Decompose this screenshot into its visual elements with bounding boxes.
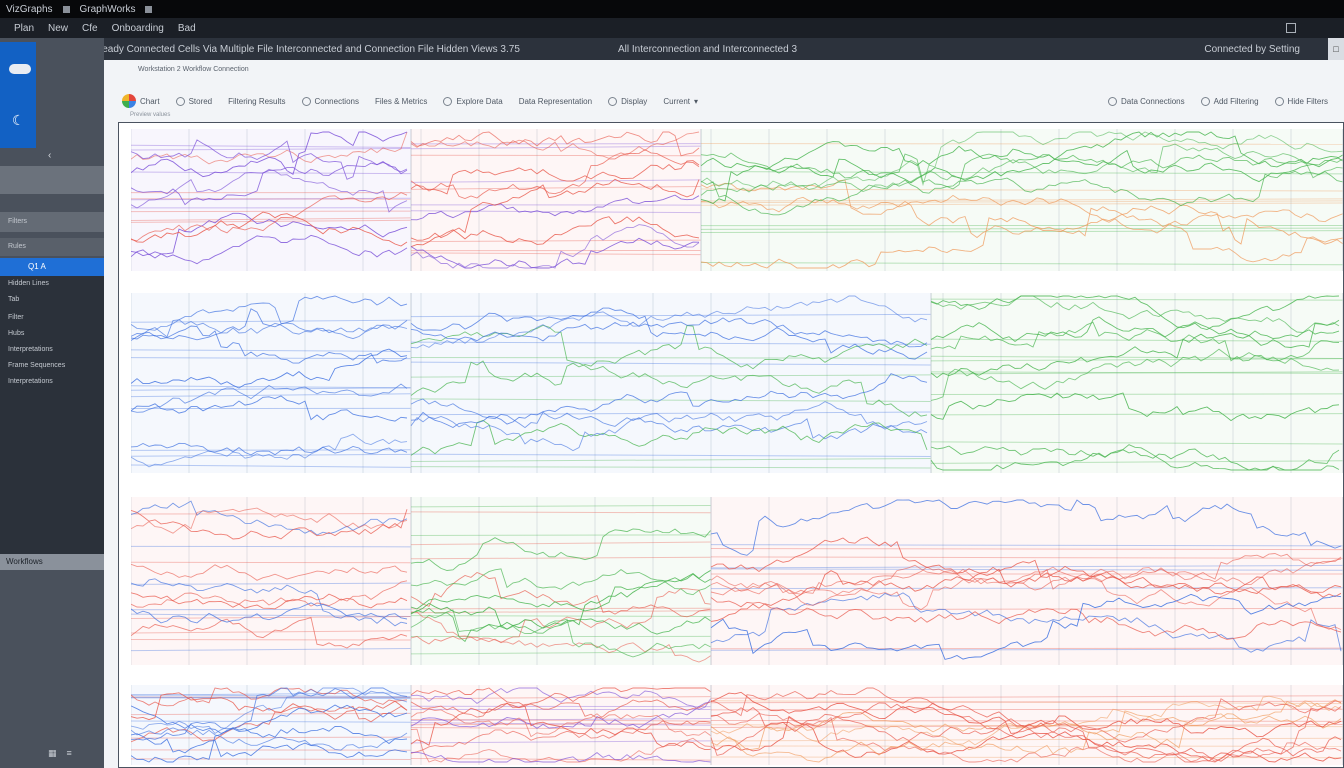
sidebar: ☾ ‹ Filters Rules Q1 A Hidden Lines Tab …	[0, 38, 104, 768]
series-band	[131, 545, 412, 548]
plus-icon	[1200, 96, 1210, 106]
menu-bar: Plan New Cfe Onboarding Bad	[0, 18, 1344, 38]
menu-item-bad[interactable]: Bad	[178, 23, 196, 34]
app-title-2: GraphWorks	[79, 3, 136, 15]
panel-band	[711, 497, 1343, 665]
series-band	[410, 154, 702, 157]
menu-item-plan[interactable]: Plan	[14, 23, 34, 34]
sidebar-item-frame-sequences[interactable]: Frame Sequences	[8, 362, 65, 369]
breadcrumb[interactable]: Workstation 2 Workflow Connection	[138, 66, 249, 73]
toolbar-data-connections[interactable]: Data Connections	[1108, 96, 1185, 106]
status-center: All Interconnection and Interconnected 3	[618, 44, 798, 55]
menu-item-new[interactable]: New	[48, 23, 68, 34]
circle-icon	[608, 96, 618, 106]
series-band	[131, 449, 412, 451]
menu-item-onboarding[interactable]: Onboarding	[112, 23, 164, 34]
sidebar-item-label: Rules	[8, 243, 26, 250]
main-area: Workstation 2 Workflow Connection Chart …	[104, 60, 1344, 768]
circle-icon	[443, 96, 453, 106]
sidebar-item-rules[interactable]: Rules	[0, 238, 104, 256]
chart-canvas[interactable]	[118, 122, 1344, 768]
chevron-down-icon: ▾	[694, 96, 699, 106]
chart-toolbar: Chart Stored Filtering Results Connectio…	[122, 88, 1344, 114]
toolbar-hide-filters[interactable]: Hide Filters	[1274, 96, 1328, 106]
toolbar-label: Stored	[188, 96, 213, 106]
sublabel: Preview values	[130, 112, 171, 118]
status-line: Already Connected Cells Via Multiple Fil…	[0, 38, 1344, 60]
pin-icon[interactable]	[145, 5, 153, 13]
moon-icon: ☾	[12, 112, 25, 128]
chart-panel	[131, 497, 1343, 665]
series-band	[410, 607, 712, 610]
series-band	[131, 210, 412, 213]
sidebar-item-filter[interactable]: Filter	[8, 314, 24, 321]
toolbar-explore-data[interactable]: Explore Data	[443, 96, 503, 106]
toolbar-label: Hide Filters	[1287, 96, 1328, 106]
sidebar-item-tab[interactable]: Tab	[8, 296, 19, 303]
sidebar-item-hubs[interactable]: Hubs	[8, 330, 24, 337]
chart-panel-svg	[131, 497, 1343, 665]
toggle-icon	[1108, 96, 1118, 106]
chart-panel-svg	[131, 293, 1343, 473]
sidebar-bottom-icons: ▦ ≡	[48, 748, 72, 759]
toolbar-data-representation[interactable]: Data Representation	[519, 97, 592, 106]
chart-panel-svg	[131, 129, 1343, 271]
sidebar-item-interpretations-2[interactable]: Interpretations	[8, 378, 53, 385]
chart-panel-svg	[131, 685, 1343, 765]
app-title: VizGraphs	[6, 3, 53, 15]
toolbar-connections[interactable]: Connections	[301, 96, 359, 106]
brand-button[interactable]: Chart	[122, 94, 160, 108]
series-band	[710, 647, 1343, 650]
panel-band	[411, 293, 931, 473]
toolbar-current[interactable]: Current ▾	[663, 97, 698, 106]
filter-icon	[1274, 96, 1284, 106]
chat-bubble-icon	[9, 64, 31, 74]
close-icon[interactable]	[1286, 23, 1296, 33]
series-band	[930, 393, 1343, 396]
toolbar-add-filtering[interactable]: Add Filtering	[1200, 96, 1259, 106]
sidebar-item-hidden-lines[interactable]: Hidden Lines	[8, 280, 49, 287]
toolbar-stored[interactable]: Stored	[175, 96, 213, 106]
toolbar-label: Data Representation	[518, 96, 593, 106]
circle-icon	[175, 96, 185, 106]
title-bar: VizGraphs GraphWorks	[0, 0, 1344, 18]
chart-panel	[131, 293, 1343, 473]
menu-item-cfe[interactable]: Cfe	[82, 23, 98, 34]
sidebar-item-filters[interactable]: Filters	[0, 212, 104, 232]
sidebar-strip	[0, 166, 104, 194]
toolbar-label: Filtering Results	[228, 96, 286, 106]
toolbar-label: Current	[663, 96, 690, 106]
toolbar-filtering-results[interactable]: Filtering Results	[228, 97, 285, 106]
sidebar-footer[interactable]: Workflows	[0, 554, 104, 570]
sidebar-list: Hidden Lines Tab Filter Hubs Interpretat…	[0, 276, 104, 568]
panel-band	[411, 129, 701, 271]
status-left: Already Connected Cells Via Multiple Fil…	[90, 44, 520, 55]
toolbar-label: Connections	[314, 96, 359, 106]
toolbar-label: Data Connections	[1121, 96, 1185, 106]
app-logo[interactable]: ☾	[0, 42, 36, 148]
series-band	[410, 534, 712, 536]
chart-logo-icon	[122, 94, 136, 108]
circle-icon	[301, 96, 311, 106]
sidebar-item-interpretations[interactable]: Interpretations	[8, 346, 53, 353]
status-right: Connected by Setting	[1204, 44, 1300, 55]
toolbar-label: Display	[621, 96, 648, 106]
toolbar-display[interactable]: Display	[608, 96, 648, 106]
series-band	[131, 561, 412, 564]
list-icon[interactable]: ≡	[67, 748, 72, 759]
chevron-left-icon[interactable]: ‹	[48, 150, 51, 161]
series-band	[131, 758, 412, 760]
grid-icon[interactable]: ▦	[48, 748, 57, 759]
toolbar-label: Files & Metrics	[374, 96, 428, 106]
toolbar-label: Explore Data	[456, 96, 503, 106]
brand-label: Chart	[140, 96, 160, 106]
toolbar-files-metrics[interactable]: Files & Metrics	[375, 97, 427, 106]
sidebar-item-label: Filters	[8, 218, 28, 225]
chart-panel	[131, 685, 1343, 765]
window-icon	[62, 5, 70, 13]
sidebar-item-selected[interactable]: Q1 A	[0, 258, 104, 276]
toolbar-label: Add Filtering	[1213, 96, 1259, 106]
chart-panel	[131, 129, 1343, 271]
maximize-icon[interactable]: □	[1328, 38, 1344, 60]
